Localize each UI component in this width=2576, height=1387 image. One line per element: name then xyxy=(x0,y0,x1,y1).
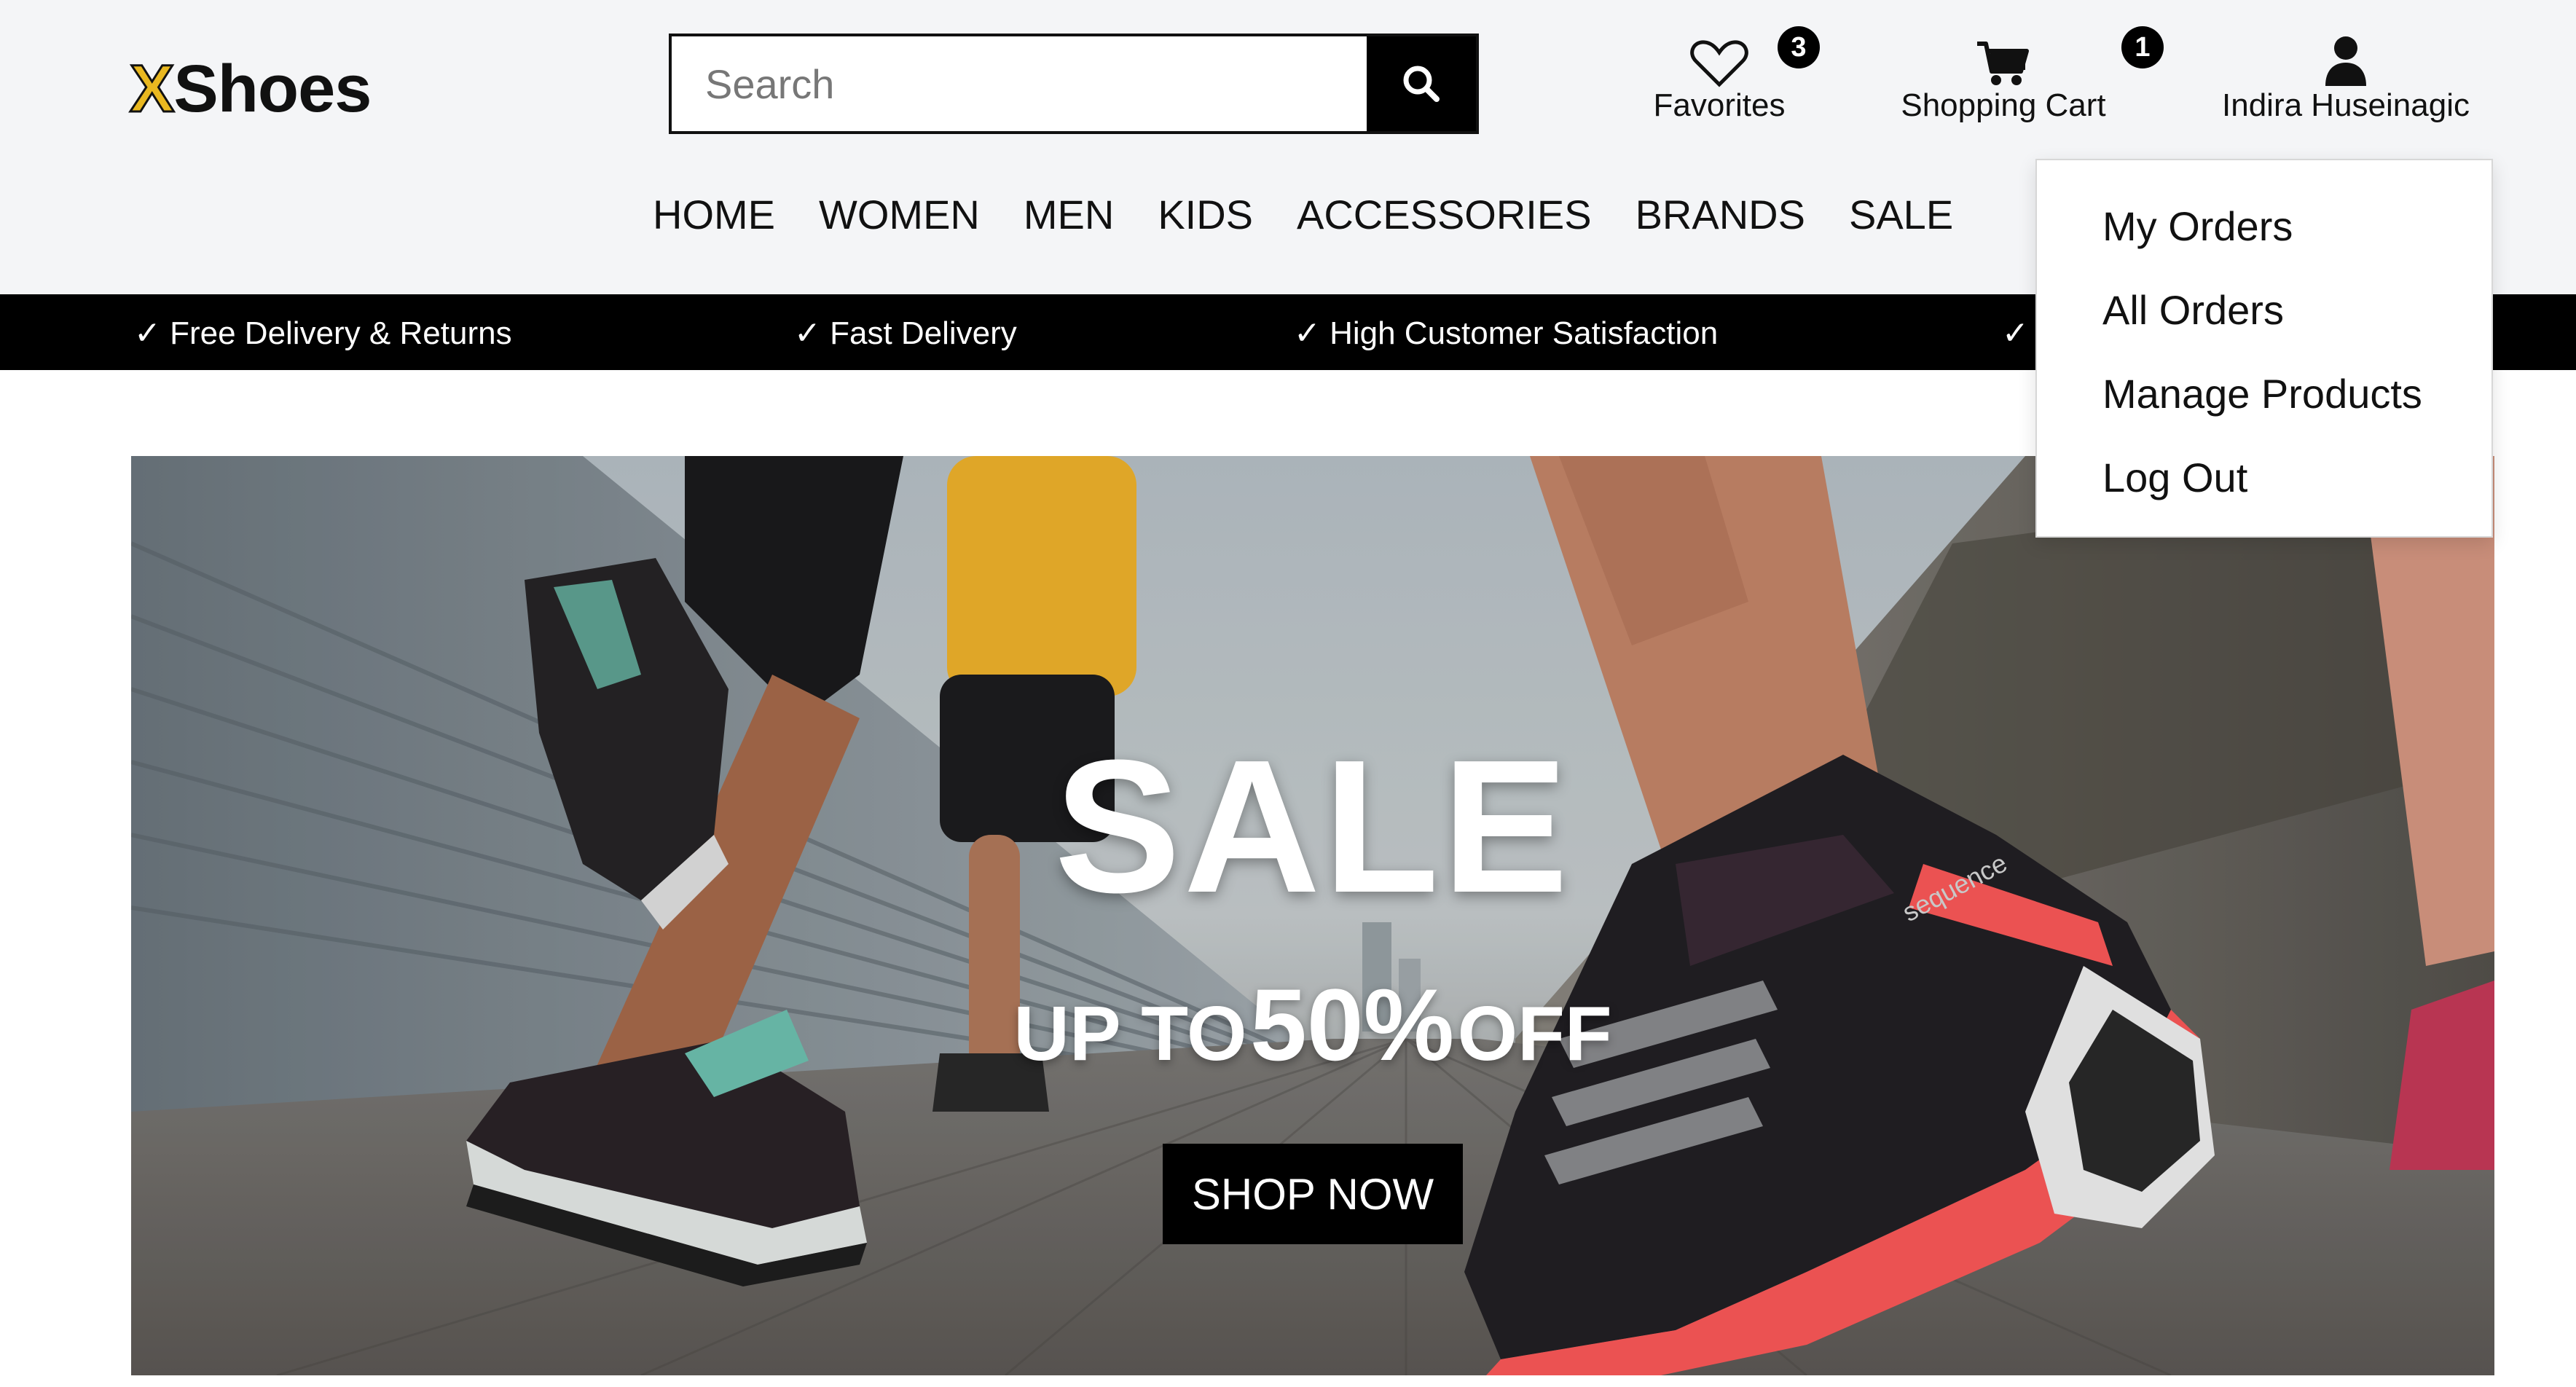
user-dropdown-menu: My Orders All Orders Manage Products Log… xyxy=(2035,159,2493,538)
search-input[interactable] xyxy=(672,36,1367,131)
cart-icon-wrap: 1 xyxy=(1976,26,2164,87)
heart-icon xyxy=(1690,40,1748,87)
page: XShoes 3 Favorites xyxy=(0,0,2576,1387)
favorites-icon-wrap: 3 xyxy=(1690,26,1820,87)
menu-item-my-orders[interactable]: My Orders xyxy=(2102,203,2293,250)
favorites-link[interactable]: 3 Favorites xyxy=(1625,26,1820,124)
nav-item-men[interactable]: MEN xyxy=(1024,191,1114,238)
benefit-satisfaction: ✓ High Customer Satisfaction xyxy=(1294,315,1719,351)
favorites-label: Favorites xyxy=(1653,87,1786,123)
hero-subtitle-suffix: OFF xyxy=(1457,991,1612,1077)
shop-now-button[interactable]: SHOP NOW xyxy=(1163,1144,1463,1244)
hero-banner: sequence SALE UP TO 50% OFF SHOP NOW xyxy=(131,456,2494,1375)
hero-subtitle: UP TO 50% OFF xyxy=(131,966,2494,1084)
cart-count-badge: 1 xyxy=(2121,26,2164,68)
menu-item-all-orders[interactable]: All Orders xyxy=(2102,286,2284,334)
nav-item-sale[interactable]: SALE xyxy=(1849,191,1953,238)
shopping-cart-link[interactable]: 1 Shopping Cart xyxy=(1880,26,2164,124)
user-account-link[interactable]: Indira Huseinagic xyxy=(2193,29,2499,124)
brand-logo[interactable]: X Shoes xyxy=(128,45,372,133)
user-name: Indira Huseinagic xyxy=(2222,87,2470,123)
cart-icon xyxy=(1977,42,2029,85)
favorites-count-badge: 3 xyxy=(1778,26,1820,68)
nav-item-women[interactable]: WOMEN xyxy=(819,191,980,238)
nav-item-brands[interactable]: BRANDS xyxy=(1635,191,1805,238)
hero-subtitle-prefix: UP TO xyxy=(1013,991,1247,1077)
cart-label: Shopping Cart xyxy=(1901,87,2106,123)
nav-item-kids[interactable]: KIDS xyxy=(1158,191,1253,238)
nav-item-home[interactable]: HOME xyxy=(653,191,775,238)
user-icon-wrap xyxy=(2324,29,2368,87)
logo-x: X xyxy=(128,50,175,127)
main-nav: HOME WOMEN MEN KIDS ACCESSORIES BRANDS S… xyxy=(653,191,1997,238)
hero-subtitle-value: 50% xyxy=(1249,967,1455,1082)
search-bar xyxy=(669,34,1479,134)
menu-item-log-out[interactable]: Log Out xyxy=(2102,454,2247,501)
search-button[interactable] xyxy=(1367,36,1476,131)
benefit-more: ✓ xyxy=(2002,315,2029,351)
benefit-free-delivery: ✓ Free Delivery & Returns xyxy=(134,315,512,351)
hero-title: SALE xyxy=(1054,721,1571,932)
benefit-fast-delivery: ✓ Fast Delivery xyxy=(794,315,1017,351)
logo-text: Shoes xyxy=(173,51,372,126)
menu-item-manage-products[interactable]: Manage Products xyxy=(2102,370,2422,417)
user-icon xyxy=(2325,36,2366,86)
search-icon xyxy=(1403,66,1440,102)
nav-item-accessories[interactable]: ACCESSORIES xyxy=(1297,191,1592,238)
